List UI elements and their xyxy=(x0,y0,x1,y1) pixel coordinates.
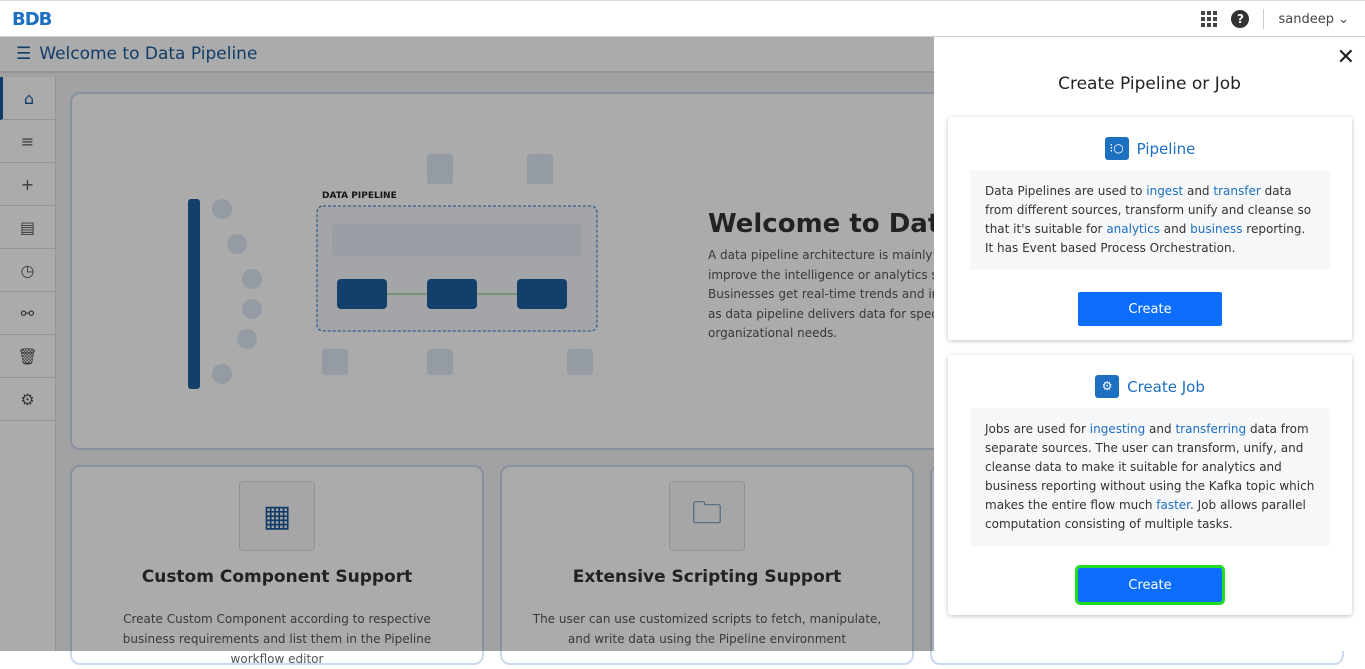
create-job-button[interactable]: Create xyxy=(1075,565,1225,605)
job-option-card: ⚙ Create Job Jobs are used for ingesting … xyxy=(948,355,1352,615)
chevron-down-icon: ⌄ xyxy=(1338,11,1349,27)
top-bar: BDB ? sandeep ⌄ xyxy=(0,0,1365,37)
close-icon[interactable]: ✕ xyxy=(1337,45,1355,70)
job-description: Jobs are used for ingesting and transfer… xyxy=(970,408,1330,546)
pipeline-title: Pipeline xyxy=(1136,139,1196,158)
apps-grid-icon[interactable] xyxy=(1201,11,1218,27)
divider xyxy=(1263,9,1265,29)
username: sandeep xyxy=(1278,11,1334,27)
drawer-title: Create Pipeline or Job xyxy=(1058,74,1241,94)
pipeline-option-card: ⁝○ Pipeline Data Pipelines are used to in… xyxy=(948,117,1352,340)
create-drawer: ✕ Create Pipeline or Job ⁝○ Pipeline Data… xyxy=(934,37,1365,651)
help-icon[interactable]: ? xyxy=(1231,10,1250,28)
pipeline-description: Data Pipelines are used to ingest and tr… xyxy=(970,170,1330,270)
create-pipeline-button[interactable]: Create xyxy=(1078,292,1222,326)
job-title: Create Job xyxy=(1127,377,1205,396)
user-menu[interactable]: sandeep ⌄ xyxy=(1278,12,1349,27)
bdb-logo[interactable]: BDB xyxy=(12,9,52,30)
job-gears-icon: ⚙ xyxy=(1095,375,1120,398)
pipeline-icon: ⁝○ xyxy=(1104,137,1129,160)
